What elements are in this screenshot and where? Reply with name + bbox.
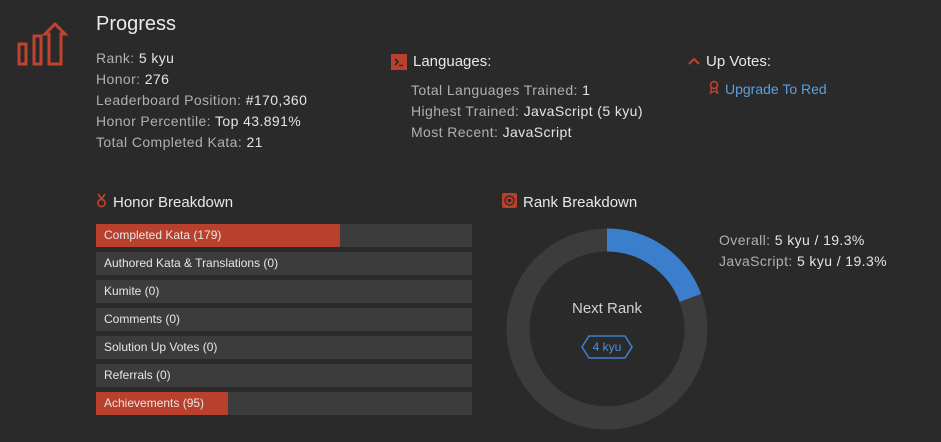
up-votes-title: Up Votes: (706, 53, 772, 70)
honor-breakdown-title: Honor Breakdown (113, 194, 234, 211)
rank-breakdown-title: Rank Breakdown (523, 194, 638, 211)
medal-icon (96, 193, 107, 212)
rank-breakdown-header: Rank Breakdown (502, 193, 637, 212)
up-votes-header: Up Votes: (688, 53, 771, 70)
languages-stats: Total Languages Trained: 1 Highest Train… (411, 80, 643, 143)
stat-most-recent: Most Recent: JavaScript (411, 124, 572, 140)
languages-header: Languages: (391, 53, 491, 70)
stat-total-completed-kata: Total Completed Kata: 21 (96, 134, 263, 150)
progress-stats: Rank: 5 kyu Honor: 276 Leaderboard Posit… (96, 48, 307, 153)
stat-honor: Honor: 276 (96, 71, 170, 87)
bar-chart-up-icon (16, 21, 70, 68)
languages-title: Languages: (413, 53, 492, 70)
honor-bar-solution-up-votes: Solution Up Votes (0) (96, 336, 472, 359)
upgrade-to-red-link[interactable]: Upgrade To Red (709, 80, 827, 97)
honor-bar-achievements: Achievements (95) (96, 392, 472, 415)
next-rank-label: Next Rank (571, 300, 643, 317)
honor-breakdown-header: Honor Breakdown (96, 193, 233, 212)
stat-highest-trained: Highest Trained: JavaScript (5 kyu) (411, 103, 643, 119)
progress-title: Progress (96, 13, 177, 35)
next-rank-badge-text: 4 kyu (592, 340, 622, 354)
target-icon (502, 193, 517, 212)
honor-bar-completed-kata: Completed Kata (179) (96, 224, 472, 247)
stat-javascript: JavaScript: 5 kyu / 19.3% (719, 253, 887, 269)
rank-stats: Overall: 5 kyu / 19.3% JavaScript: 5 kyu… (719, 230, 887, 272)
honor-bar-kumite: Kumite (0) (96, 280, 472, 303)
stat-rank: Rank: 5 kyu (96, 50, 175, 66)
terminal-icon (391, 53, 407, 70)
stat-overall: Overall: 5 kyu / 19.3% (719, 232, 865, 248)
ribbon-icon (709, 80, 719, 97)
stat-total-languages: Total Languages Trained: 1 (411, 82, 591, 98)
honor-bars: Completed Kata (179) Authored Kata & Tra… (96, 224, 472, 420)
honor-bar-comments: Comments (0) (96, 308, 472, 331)
stat-honor-percentile: Honor Percentile: Top 43.891% (96, 113, 302, 129)
rank-progress-donut (505, 227, 709, 431)
chevron-up-icon (688, 53, 700, 70)
honor-bar-authored-kata: Authored Kata & Translations (0) (96, 252, 472, 275)
upgrade-link-label[interactable]: Upgrade To Red (725, 81, 827, 97)
stat-leaderboard-position: Leaderboard Position: #170,360 (96, 92, 308, 108)
honor-bar-referrals: Referrals (0) (96, 364, 472, 387)
